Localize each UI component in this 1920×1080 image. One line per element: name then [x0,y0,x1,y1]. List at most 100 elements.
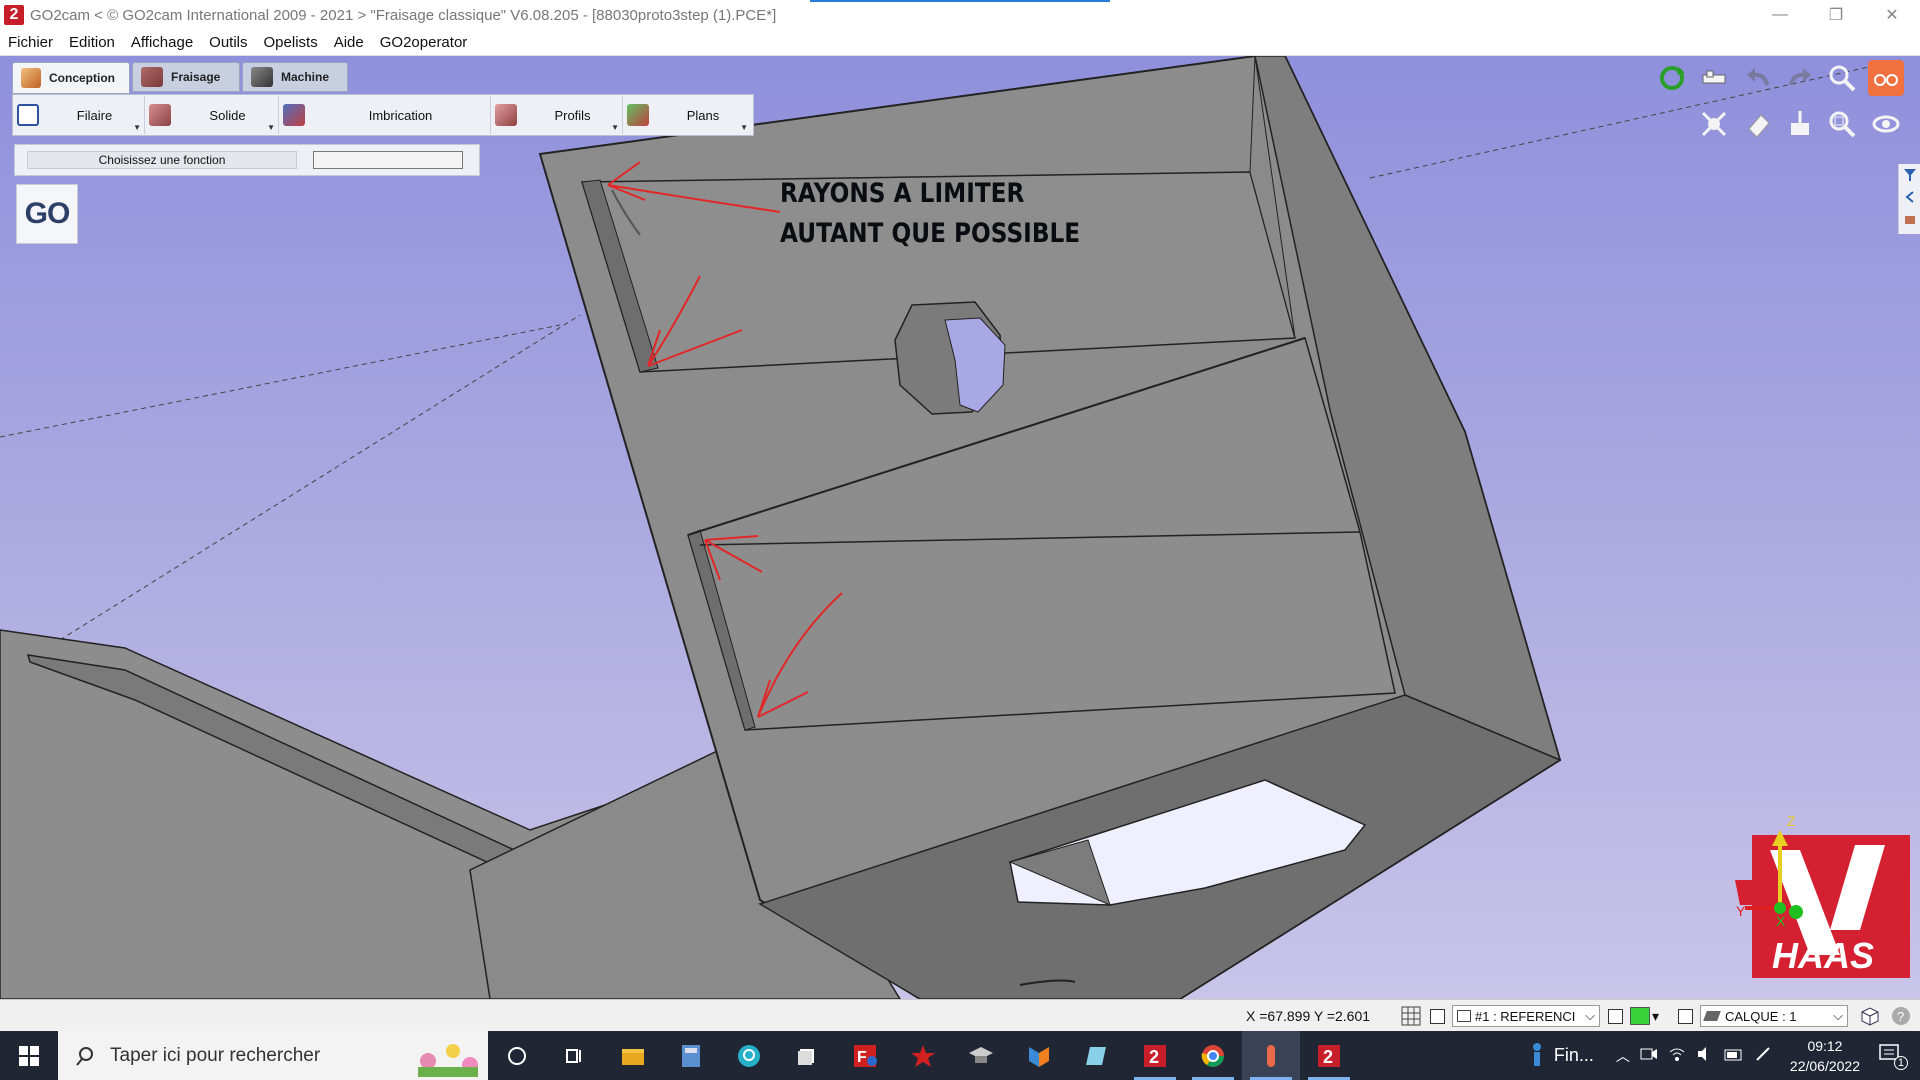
layer-checkbox[interactable] [1678,1008,1693,1024]
tab-fraisage[interactable]: Fraisage [132,62,240,92]
chevron-left-icon[interactable] [1899,186,1920,208]
broom-icon[interactable] [1782,106,1818,142]
chevron-down-icon[interactable]: ▼ [611,123,619,132]
task-view-icon[interactable] [546,1031,604,1080]
menu-affichage[interactable]: Affichage [123,34,201,51]
conception-icon [21,68,41,88]
zoom-icon[interactable] [1824,60,1860,96]
title-bar: 2 GO2cam < © GO2cam International 2009 -… [0,0,1920,30]
layer-tool-icon[interactable] [1899,208,1920,230]
cortana-icon[interactable] [488,1031,546,1080]
explode-icon[interactable] [1696,106,1732,142]
svg-text:2: 2 [1149,1047,1159,1067]
menu-go2operator[interactable]: GO2operator [372,34,476,51]
tool-plans[interactable]: Plans ▼ [623,96,751,134]
clock-date: 22/06/2022 [1789,1057,1860,1074]
tool-filaire[interactable]: Filaire ▼ [13,96,145,134]
search-placeholder: Taper ici pour rechercher [110,1044,321,1066]
go2cam-secondary-icon[interactable]: 2 [1300,1031,1358,1080]
snap-checkbox[interactable] [1430,1008,1445,1024]
go2cam-taskbar-icon[interactable]: 2 [1126,1031,1184,1080]
annotation-text: RAYONS A LIMITER AUTANT QUE POSSIBLE [780,174,1129,254]
chrome-icon[interactable] [1184,1031,1242,1080]
wifi-icon[interactable] [1668,1046,1686,1065]
file-explorer-icon[interactable] [604,1031,662,1080]
chevron-down-icon[interactable]: ▼ [740,123,748,132]
tool-profils[interactable]: Profils ▼ [491,96,623,134]
filter-icon[interactable] [1899,164,1920,186]
restore-button[interactable]: ❐ [1808,0,1864,30]
tab-conception[interactable]: Conception [12,62,130,94]
layer-value: CALQUE : 1 [1725,1008,1797,1024]
pointer-hand-icon[interactable] [1696,60,1732,96]
help-icon[interactable]: ? [1890,1005,1912,1027]
visibility-eye-icon[interactable] [1868,106,1904,142]
cura-app-icon[interactable] [1242,1031,1300,1080]
app-window: 2 GO2cam < © GO2cam International 2009 -… [0,0,1920,1080]
ribbon-tabs: Conception Fraisage Machine [12,62,350,94]
chevron-down-icon: ▾ [1652,1007,1660,1024]
chevron-down-icon[interactable]: ▼ [133,123,141,132]
svg-text:F: F [857,1049,867,1066]
annotation-line-2: AUTANT QUE POSSIBLE [780,218,1081,249]
zoom-fit-icon[interactable] [1824,106,1860,142]
system-clock[interactable]: 09:12 22/06/2022 [1790,1036,1860,1076]
window-title: GO2cam < © GO2cam International 2009 - 2… [30,6,777,24]
quick-assist-icon[interactable] [720,1031,778,1080]
notes-app-icon[interactable] [1068,1031,1126,1080]
chevron-up-icon[interactable]: ︿ [1616,1046,1630,1066]
tray-notification-label[interactable]: Fin... [1554,1045,1594,1066]
3d-viewport[interactable]: HAAS Z Y X Conception Fraisage Machine F… [0,56,1920,999]
tool-plans-label: Plans [686,107,720,123]
slicer-app-icon[interactable] [1010,1031,1068,1080]
menu-edition[interactable]: Edition [61,34,123,51]
minimize-button[interactable]: — [1752,0,1808,30]
calculator-icon[interactable] [662,1031,720,1080]
color-picker[interactable]: ▾ [1630,1005,1659,1027]
pen-icon[interactable] [1754,1045,1772,1066]
graduation-app-icon[interactable] [952,1031,1010,1080]
layer-combo[interactable]: CALQUE : 1 ⌵ [1700,1005,1848,1027]
menu-outils[interactable]: Outils [201,34,255,51]
close-button[interactable]: ✕ [1864,0,1920,30]
display-checkbox[interactable] [1608,1008,1623,1024]
battery-icon[interactable] [1724,1048,1744,1064]
menu-aide[interactable]: Aide [326,34,372,51]
red-star-app-icon[interactable] [894,1031,952,1080]
notification-person-icon[interactable] [1530,1041,1544,1070]
tab-fraisage-label: Fraisage [171,70,221,84]
notification-count-badge: 1 [1893,1056,1908,1070]
tab-machine[interactable]: Machine [242,62,348,92]
tool-solide[interactable]: Solide ▼ [145,96,279,134]
menu-fichier[interactable]: Fichier [0,34,61,51]
meet-icon[interactable] [1640,1046,1658,1065]
redo-icon[interactable] [1782,60,1818,96]
search-icon [76,1046,93,1066]
ribbon-toolbar: Filaire ▼ Solide ▼ Imbrication Profils ▼ [12,94,754,136]
go-button[interactable]: GO [16,184,78,244]
function-input[interactable] [313,151,463,169]
taskbar-search-box[interactable]: Taper ici pour rechercher [58,1031,488,1080]
notification-center-icon[interactable]: 1 [1878,1043,1908,1070]
refresh-icon[interactable] [1654,60,1690,96]
go2cam-app-icon: 2 [4,5,24,25]
chevron-down-icon[interactable]: ▼ [267,123,275,132]
title-accent-line [810,0,1110,2]
files-icon[interactable] [778,1031,836,1080]
function-prompt: Choisissez une fonction [27,151,297,169]
volume-icon[interactable] [1696,1046,1714,1065]
windows-start-icon[interactable] [0,1031,58,1080]
undo-icon[interactable] [1740,60,1776,96]
menu-opelists[interactable]: Opelists [256,34,326,51]
view-glasses-icon[interactable] [1868,60,1904,96]
machine-icon [251,67,273,87]
reference-combo[interactable]: #1 : REFERENCI ⌵ [1452,1005,1600,1027]
tool-imbrication[interactable]: Imbrication [279,96,491,134]
view-cube-icon[interactable] [1858,1005,1882,1027]
side-tool-strip [1898,164,1920,234]
window-controls: — ❐ ✕ [1752,0,1920,30]
annotation-line-1: RAYONS A LIMITER [780,178,1025,209]
eraser-icon[interactable] [1740,106,1776,142]
fusion-app-icon[interactable]: F [836,1031,894,1080]
grid-icon[interactable] [1400,1005,1422,1027]
